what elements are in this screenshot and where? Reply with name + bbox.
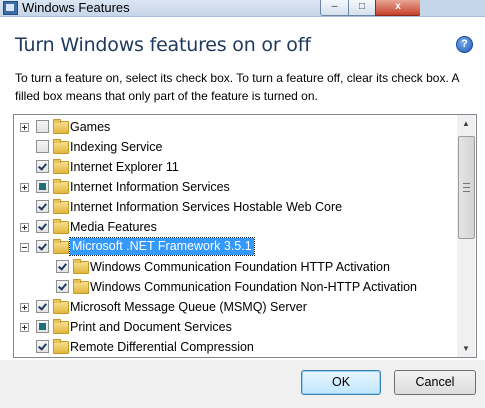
close-button[interactable]: x — [375, 0, 421, 16]
ok-button[interactable]: OK — [301, 370, 381, 395]
feature-row[interactable]: Indexing Service — [14, 137, 454, 157]
feature-row[interactable]: Games — [14, 117, 454, 137]
feature-label[interactable]: Windows Communication Foundation HTTP Ac… — [90, 257, 390, 277]
feature-row[interactable]: Internet Information Services — [14, 177, 454, 197]
maximize-button[interactable]: □ — [348, 0, 376, 16]
feature-label[interactable]: Indexing Service — [70, 137, 162, 157]
expand-icon[interactable] — [20, 323, 29, 332]
feature-label[interactable]: Windows Communication Foundation Non-HTT… — [90, 277, 417, 297]
feature-row[interactable]: Internet Information Services Hostable W… — [14, 197, 454, 217]
feature-row[interactable]: Microsoft Message Queue (MSMQ) Server — [14, 297, 454, 317]
page-title: Turn Windows features on or off — [15, 34, 311, 56]
feature-checkbox[interactable] — [36, 180, 49, 193]
folder-icon — [53, 139, 69, 154]
window-title: Windows Features — [22, 0, 130, 15]
cancel-button[interactable]: Cancel — [394, 370, 476, 395]
instructions-text: To turn a feature on, select its check b… — [15, 71, 459, 103]
windows-features-icon — [3, 1, 18, 15]
folder-icon — [53, 339, 69, 354]
folder-icon — [53, 119, 69, 134]
feature-checkbox[interactable] — [56, 280, 69, 293]
folder-icon — [53, 159, 69, 174]
feature-row[interactable]: Print and Document Services — [14, 317, 454, 337]
feature-checkbox[interactable] — [36, 140, 49, 153]
feature-label[interactable]: Media Features — [70, 217, 157, 237]
expand-icon[interactable] — [20, 303, 29, 312]
feature-label[interactable]: Microsoft Message Queue (MSMQ) Server — [70, 297, 307, 317]
folder-icon — [53, 179, 69, 194]
expand-icon[interactable] — [20, 223, 29, 232]
features-tree[interactable]: ▲ ▼ Games Indexing Service Internet Explor… — [13, 114, 477, 358]
feature-checkbox[interactable] — [36, 300, 49, 313]
title-bar-filler — [420, 0, 485, 16]
scroll-thumb[interactable] — [458, 136, 475, 239]
feature-checkbox[interactable] — [36, 340, 49, 353]
folder-icon — [53, 219, 69, 234]
feature-checkbox[interactable] — [36, 220, 49, 233]
feature-checkbox[interactable] — [36, 200, 49, 213]
feature-row[interactable]: Media Features — [14, 217, 454, 237]
feature-row[interactable]: Microsoft .NET Framework 3.5.1 — [14, 237, 454, 257]
feature-row[interactable]: Windows Communication Foundation HTTP Ac… — [14, 257, 454, 277]
feature-label[interactable]: Internet Information Services Hostable W… — [70, 197, 342, 217]
feature-row[interactable]: Internet Explorer 11 — [14, 157, 454, 177]
folder-icon — [53, 239, 69, 254]
folder-icon — [53, 199, 69, 214]
feature-checkbox[interactable] — [36, 120, 49, 133]
feature-checkbox[interactable] — [56, 260, 69, 273]
feature-label[interactable]: Microsoft .NET Framework 3.5.1 — [69, 237, 255, 256]
expand-icon[interactable] — [20, 123, 29, 132]
scroll-grip-icon — [463, 183, 470, 192]
feature-label[interactable]: Internet Information Services — [70, 177, 230, 197]
folder-icon — [73, 259, 89, 274]
feature-label[interactable]: Remote Differential Compression — [70, 337, 254, 357]
collapse-icon[interactable] — [20, 243, 29, 252]
vertical-scrollbar[interactable]: ▲ ▼ — [457, 115, 475, 357]
feature-row[interactable]: Remote Differential Compression — [14, 337, 454, 357]
title-bar: Windows Features – □ x — [0, 0, 485, 17]
feature-row[interactable]: Windows Communication Foundation Non-HTT… — [14, 277, 454, 297]
feature-label[interactable]: Print and Document Services — [70, 317, 232, 337]
expand-icon[interactable] — [20, 183, 29, 192]
feature-checkbox[interactable] — [36, 320, 49, 333]
feature-checkbox[interactable] — [36, 240, 49, 253]
folder-icon — [73, 279, 89, 294]
help-icon[interactable]: ? — [456, 36, 473, 53]
feature-checkbox[interactable] — [36, 160, 49, 173]
scroll-up-button[interactable]: ▲ — [457, 115, 475, 132]
minimize-button[interactable]: – — [320, 0, 349, 16]
folder-icon — [53, 299, 69, 314]
feature-label[interactable]: Internet Explorer 11 — [70, 157, 179, 177]
feature-label[interactable]: Games — [70, 117, 110, 137]
folder-icon — [53, 319, 69, 334]
scroll-down-button[interactable]: ▼ — [457, 340, 475, 357]
